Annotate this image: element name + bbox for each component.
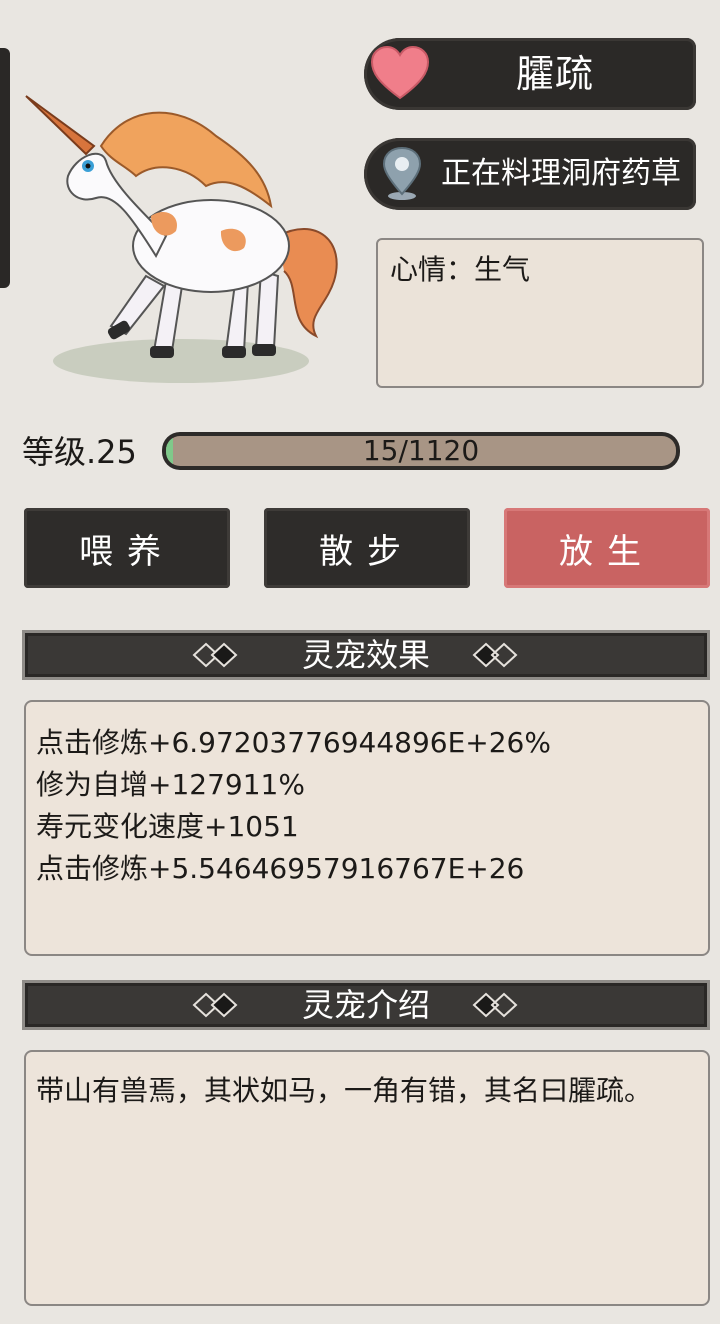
effect-line: 点击修炼+5.54646957916767E+26: [36, 852, 525, 885]
heart-icon: [370, 45, 430, 100]
mood-text: 心情：生气: [390, 253, 531, 286]
effect-line: 点击修炼+6.97203776944896E+26%: [36, 726, 551, 759]
release-button[interactable]: 放生: [504, 508, 710, 588]
intro-section-title: 灵宠介绍: [301, 986, 430, 1024]
walk-button[interactable]: 散步: [264, 508, 470, 588]
effects-section-title: 灵宠效果: [301, 636, 430, 674]
intro-text: 带山有兽焉，其状如马，一角有错，其名曰臛疏。: [36, 1074, 653, 1107]
effect-line: 寿元变化速度+1051: [36, 810, 299, 843]
pet-illustration: [25, 95, 338, 383]
feed-button[interactable]: 喂养: [24, 508, 230, 588]
exp-progress-text: 15/1120: [362, 434, 480, 467]
location-pin-icon: [382, 146, 422, 200]
level-label: 等级.25: [22, 433, 137, 471]
side-drawer-tab[interactable]: [0, 48, 10, 288]
effect-line: 修为自增+127911%: [36, 768, 305, 801]
effects-list: 点击修炼+6.97203776944896E+26% 修为自增+127911% …: [36, 722, 696, 890]
pet-name: 臛疏: [515, 52, 594, 96]
pet-status: 正在料理洞府药草: [441, 156, 681, 191]
